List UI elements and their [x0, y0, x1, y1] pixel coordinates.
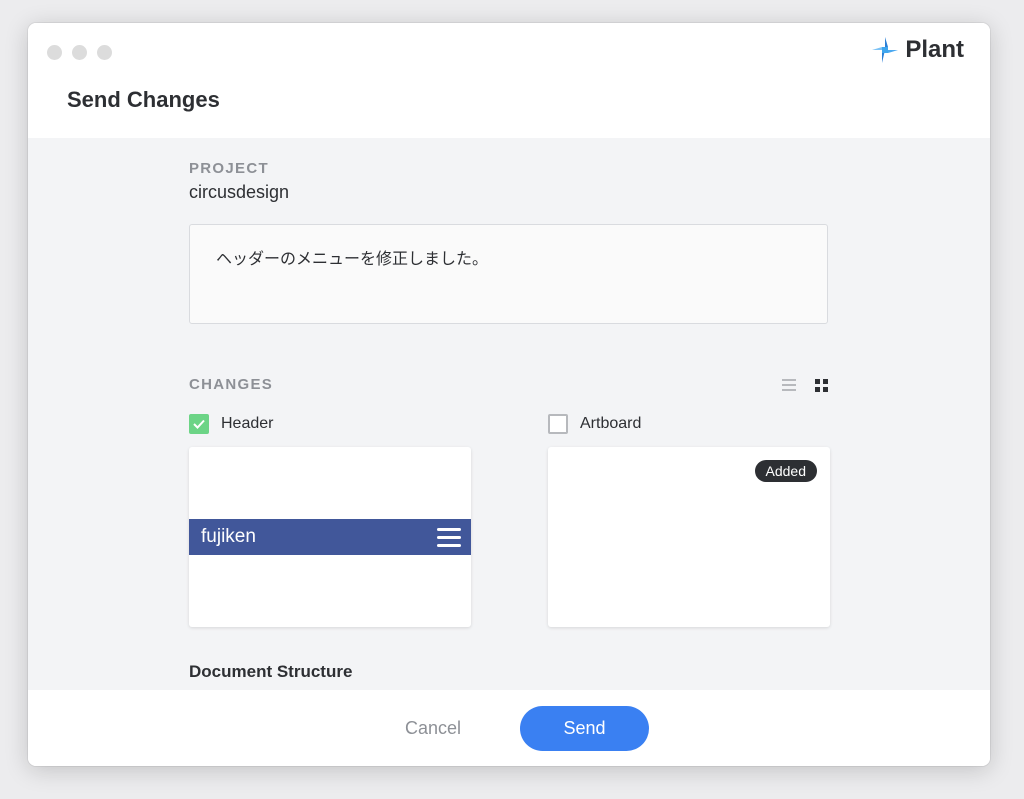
- artboard-checkbox[interactable]: [548, 414, 568, 434]
- dialog-footer: Cancel Send: [28, 690, 990, 766]
- change-name: Header: [221, 415, 274, 432]
- plant-logo-icon: [872, 37, 899, 63]
- change-card-header: Header fujiken: [189, 412, 471, 627]
- header-preview-thumbnail[interactable]: fujiken: [189, 447, 471, 627]
- header-checkbox[interactable]: [189, 414, 209, 434]
- close-window-button[interactable]: [47, 45, 62, 60]
- grid-view-button[interactable]: [812, 376, 830, 394]
- send-button[interactable]: Send: [520, 706, 649, 751]
- message-textarea[interactable]: ヘッダーのメニューを修正しました。: [189, 224, 828, 324]
- change-card-head: Header: [189, 412, 471, 436]
- maximize-window-button[interactable]: [97, 45, 112, 60]
- changes-label: CHANGES: [189, 376, 274, 393]
- checkmark-icon: [193, 419, 205, 429]
- send-changes-dialog: Plant Send Changes PROJECT circusdesign …: [28, 23, 990, 766]
- change-name: Artboard: [580, 415, 642, 432]
- project-name: circusdesign: [189, 182, 290, 202]
- preview-site-title: fujiken: [201, 526, 256, 547]
- dialog-content: PROJECT circusdesign ヘッダーのメニューを修正しました。 C…: [28, 138, 990, 690]
- added-badge: Added: [754, 460, 817, 482]
- view-toggle: [780, 376, 830, 394]
- list-icon: [782, 379, 796, 391]
- project-label: PROJECT: [189, 160, 269, 177]
- preview-header-bar: fujiken: [189, 519, 471, 555]
- list-view-button[interactable]: [780, 376, 798, 394]
- page-title: Send Changes: [67, 87, 220, 112]
- window-controls: [47, 45, 112, 60]
- grid-icon: [814, 378, 828, 392]
- title-bar: Plant Send Changes: [28, 23, 990, 138]
- brand-name: Plant: [905, 36, 964, 63]
- minimize-window-button[interactable]: [72, 45, 87, 60]
- brand-logo: Plant: [871, 36, 964, 64]
- hamburger-menu-icon: [437, 527, 461, 547]
- cancel-button[interactable]: Cancel: [388, 706, 478, 750]
- change-card-artboard: Artboard Added: [548, 412, 830, 627]
- artboard-preview-thumbnail[interactable]: Added: [548, 447, 830, 627]
- change-card-head: Artboard: [548, 412, 830, 436]
- document-structure-heading: Document Structure: [189, 662, 353, 681]
